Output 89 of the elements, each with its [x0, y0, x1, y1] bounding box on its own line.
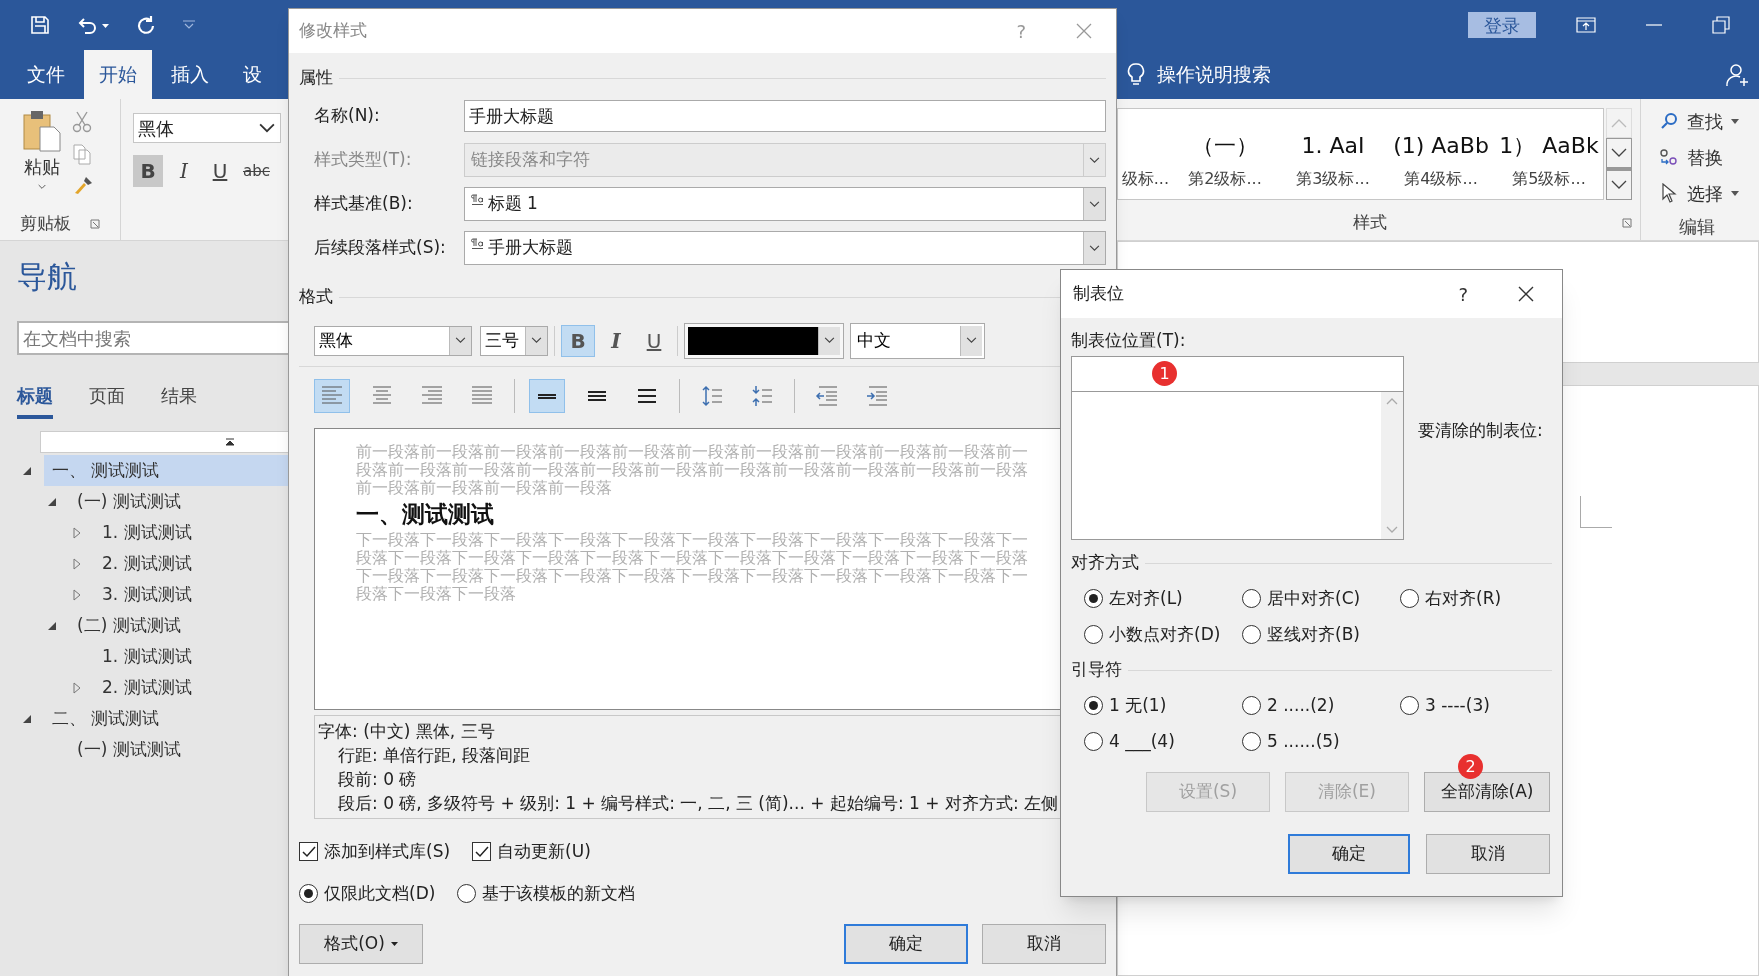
- description-line: 字体: (中文) 黑体, 三号: [318, 720, 496, 743]
- ok-button[interactable]: 确定: [844, 924, 968, 964]
- radio-button[interactable]: 3 ----(3): [1400, 693, 1490, 719]
- field-label: 名称(N):: [314, 104, 381, 128]
- font-size-select[interactable]: 三号: [480, 325, 548, 356]
- editing-command[interactable]: 查找: [1659, 107, 1759, 135]
- dialog-title: 制表位: [1073, 282, 1125, 306]
- style-gallery-item[interactable]: 1. AaI 第3级标...: [1279, 109, 1387, 199]
- paste-button[interactable]: 粘贴: [22, 109, 62, 211]
- description-line: 段后: 0 磅, 多级符号 + 级别: 1 + 编号样式: 一, 二, 三 (简)... + 起始编号: 1 + 对齐方式: 左侧: [337, 792, 1060, 815]
- font-style-button[interactable]: B: [561, 324, 595, 357]
- style-gallery-item[interactable]: （一） 第2级标...: [1171, 109, 1279, 199]
- format-button[interactable]: B: [133, 155, 163, 187]
- editing-command[interactable]: 替换: [1659, 143, 1759, 171]
- radio-button[interactable]: 4 ___(4): [1084, 728, 1175, 754]
- step-badge: 2: [1458, 754, 1483, 779]
- field-label: 制表位位置(T):: [1071, 329, 1187, 352]
- section-label: 格式: [299, 285, 333, 309]
- section-label: 属性: [299, 66, 333, 90]
- group-label: 样式: [1351, 211, 1388, 235]
- tab-position-field[interactable]: 1: [1071, 356, 1404, 392]
- next-paragraph-sample: 下一段落下一段落下一段落下一段落下一段落下一段落下一段落下一段落下一段落下一段落下一段落下一段落下一段落下一段落下一段落下一段落下一段落下一段落下一段落下一段落下一段落下一段落下一段落下一段落下一段落下一段落下一段落下一段落下一段落下一段落下一段落下一段落下一段落下一段落: [356, 531, 1029, 603]
- format-button[interactable]: abc: [241, 155, 272, 187]
- heading-tree-item[interactable]: 二、 测试测试: [44, 703, 290, 734]
- heading-tree-item[interactable]: 1. 测试测试: [94, 641, 290, 672]
- pane-tab[interactable]: 标题: [17, 375, 53, 419]
- editing-command[interactable]: 选择: [1659, 179, 1759, 207]
- clear-list-label: 要清除的制表位:: [1418, 419, 1543, 442]
- pane-tab[interactable]: 结果: [161, 375, 197, 419]
- format-menu-button[interactable]: 格式(O): [299, 924, 423, 964]
- radio-button[interactable]: 居中对齐(C): [1242, 586, 1361, 612]
- heading-tree-item[interactable]: 3. 测试测试: [94, 579, 290, 610]
- ribbon-tab[interactable]: 设: [228, 50, 277, 99]
- heading-tree-item[interactable]: 2. 测试测试: [94, 548, 290, 579]
- tell-me-search[interactable]: 操作说明搜索: [1157, 60, 1271, 89]
- checkbox[interactable]: 添加到样式库(S): [299, 839, 451, 865]
- ok-button[interactable]: 确定: [1288, 834, 1410, 874]
- section-label: 引导符: [1071, 658, 1122, 682]
- heading-tree-item[interactable]: 1. 测试测试: [94, 517, 290, 548]
- heading-tree-item[interactable]: (二) 测试测试: [69, 610, 290, 641]
- description-line: 段前: 0 磅: [337, 768, 418, 791]
- style-select[interactable]: 标题 1: [463, 187, 1106, 221]
- font-style-button[interactable]: U: [637, 324, 671, 357]
- format-button[interactable]: U: [205, 155, 235, 187]
- group-label: 编辑: [1678, 214, 1716, 239]
- step-badge: 1: [1152, 361, 1177, 386]
- style-select[interactable]: 手册大标题: [463, 231, 1106, 265]
- sign-in-button[interactable]: 登录: [1468, 12, 1536, 38]
- font-style-button[interactable]: I: [599, 324, 633, 357]
- style-gallery-item[interactable]: 1） AaBk 第5级标...: [1495, 109, 1603, 199]
- radio-button[interactable]: 左对齐(L): [1084, 586, 1183, 612]
- dialog-title: 修改样式: [299, 19, 368, 43]
- radio-button[interactable]: 竖线对齐(B): [1242, 621, 1360, 647]
- group-label: 剪贴板: [20, 212, 71, 236]
- radio-button[interactable]: 小数点对齐(D): [1084, 621, 1221, 647]
- radio-button[interactable]: 5 ......(5): [1242, 728, 1340, 754]
- checkbox[interactable]: 自动更新(U): [472, 839, 591, 865]
- ribbon-tab[interactable]: 开始: [84, 50, 152, 99]
- font-select[interactable]: 黑体: [314, 325, 472, 356]
- radio-button[interactable]: 仅限此文档(D): [299, 880, 436, 906]
- heading-tree-item[interactable]: (一) 测试测试: [69, 734, 290, 765]
- cancel-button[interactable]: 取消: [1426, 834, 1550, 874]
- field-label: 样式基准(B):: [314, 192, 414, 216]
- help-button[interactable]: ?: [1458, 280, 1468, 308]
- radio-button[interactable]: 基于该模板的新文档: [457, 880, 636, 906]
- script-select[interactable]: 中文: [850, 322, 985, 359]
- radio-button[interactable]: 2 .....(2): [1242, 693, 1335, 719]
- description-line: 行距: 单倍行距, 段落间距: [337, 744, 531, 767]
- heading-tree-item[interactable]: (一) 测试测试: [69, 486, 290, 517]
- heading-tree-item[interactable]: 2. 测试测试: [94, 672, 290, 703]
- font-name-select[interactable]: 黑体: [133, 113, 281, 143]
- name-field[interactable]: 手册大标题: [463, 100, 1106, 132]
- heading-tree-item[interactable]: 一、 测试测试: [44, 455, 290, 486]
- radio-button[interactable]: 右对齐(R): [1400, 586, 1502, 612]
- heading-sample: 一、测试测试: [356, 500, 495, 529]
- cancel-button[interactable]: 取消: [982, 924, 1106, 964]
- clear-all-button[interactable]: 全部清除(A): [1424, 772, 1550, 812]
- pane-title: 导航: [16, 258, 78, 296]
- ribbon-tab[interactable]: 插入: [156, 50, 224, 99]
- field-label: 样式类型(T):: [314, 148, 413, 172]
- format-button[interactable]: I: [169, 155, 199, 187]
- pane-tab[interactable]: 页面: [89, 375, 125, 419]
- section-label: 对齐方式: [1071, 551, 1139, 575]
- previous-paragraph-sample: 前一段落前一段落前一段落前一段落前一段落前一段落前一段落前一段落前一段落前一段落前一段落前一段落前一段落前一段落前一段落前一段落前一段落前一段落前一段落前一段落前一段落前一段落前一段落前一段落前一段落: [356, 443, 1029, 497]
- style-gallery-item[interactable]: (1) AaBb 第4级标...: [1387, 109, 1495, 199]
- radio-button[interactable]: 1 无(1): [1084, 693, 1167, 719]
- style-gallery-item[interactable]: 级标...: [1118, 109, 1171, 199]
- ribbon-tab[interactable]: 文件: [12, 50, 80, 99]
- field-label: 后续段落样式(S):: [314, 236, 447, 260]
